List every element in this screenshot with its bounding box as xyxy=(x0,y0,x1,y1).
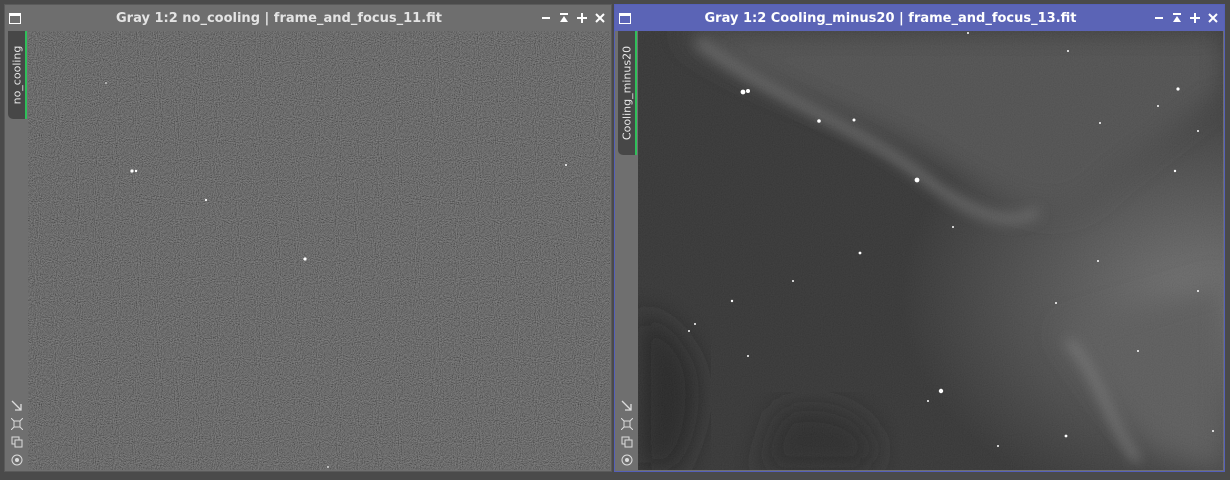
identity-icon[interactable] xyxy=(619,452,635,467)
image-window-cooling-minus20[interactable]: Gray 1:2 Cooling_minus20 | frame_and_foc… xyxy=(614,4,1225,472)
maximize-icon[interactable] xyxy=(573,9,591,27)
astro-image-noisy xyxy=(28,31,610,470)
identity-icon[interactable] xyxy=(9,452,25,467)
view-tab-no-cooling[interactable]: no_cooling xyxy=(8,31,27,119)
view-tab-cooling-minus20[interactable]: Cooling_minus20 xyxy=(618,31,637,155)
image-viewport[interactable] xyxy=(638,31,1223,470)
close-icon[interactable] xyxy=(1204,9,1222,27)
image-window-no-cooling[interactable]: Gray 1:2 no_cooling | frame_and_focus_11… xyxy=(4,4,612,472)
window-title: Gray 1:2 Cooling_minus20 | frame_and_foc… xyxy=(704,10,1077,26)
window-titlebar[interactable]: Gray 1:2 Cooling_minus20 | frame_and_foc… xyxy=(615,5,1224,31)
fit-view-icon[interactable] xyxy=(9,416,25,431)
clone-icon[interactable] xyxy=(9,434,25,449)
window-side-panel: no_cooling xyxy=(5,31,28,471)
astro-image-nebula xyxy=(638,31,1223,470)
view-tab-label: Cooling_minus20 xyxy=(620,45,633,141)
close-icon[interactable] xyxy=(591,9,609,27)
shade-icon[interactable] xyxy=(555,9,573,27)
view-tab-label: no_cooling xyxy=(10,45,23,105)
clone-icon[interactable] xyxy=(619,434,635,449)
maximize-icon[interactable] xyxy=(1186,9,1204,27)
auto-stretch-icon[interactable] xyxy=(9,398,25,413)
image-viewport[interactable] xyxy=(28,31,610,470)
window-titlebar[interactable]: Gray 1:2 no_cooling | frame_and_focus_11… xyxy=(5,5,611,31)
shade-icon[interactable] xyxy=(1168,9,1186,27)
minimize-icon[interactable] xyxy=(537,9,555,27)
window-side-panel: Cooling_minus20 xyxy=(615,31,638,471)
auto-stretch-icon[interactable] xyxy=(619,398,635,413)
window-menu-icon[interactable] xyxy=(9,12,21,24)
window-title: Gray 1:2 no_cooling | frame_and_focus_11… xyxy=(116,10,442,26)
window-menu-icon[interactable] xyxy=(619,12,631,24)
minimize-icon[interactable] xyxy=(1150,9,1168,27)
fit-view-icon[interactable] xyxy=(619,416,635,431)
